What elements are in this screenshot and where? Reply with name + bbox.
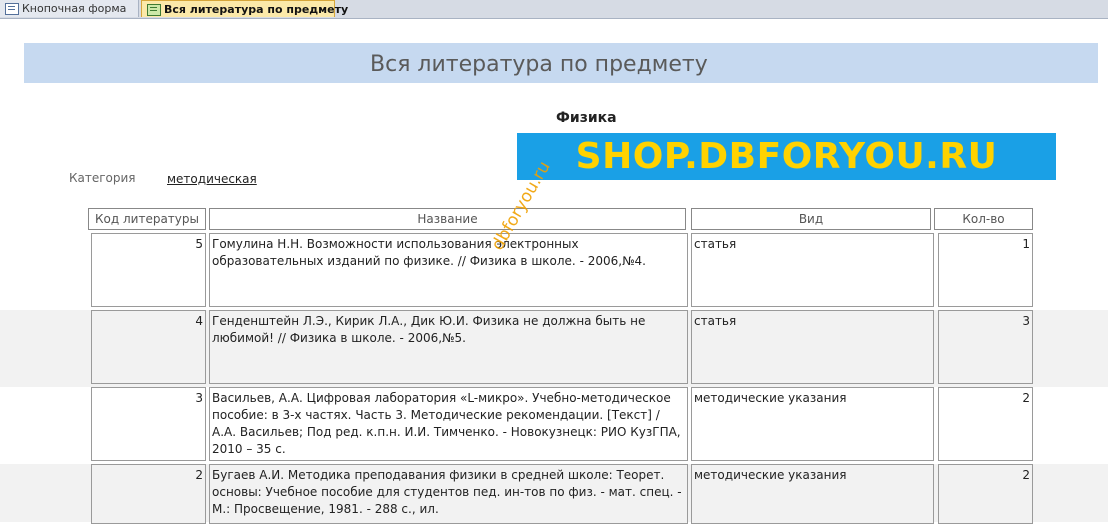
cell-qty: 1 (938, 233, 1033, 307)
column-header-name: Название (209, 208, 686, 230)
tab-all-literature-report[interactable]: Вся литература по предмету (141, 0, 348, 17)
table-row: 2 Бугаев А.И. Методика преподавания физи… (0, 464, 1108, 524)
cell-code: 2 (91, 464, 206, 524)
report-icon (147, 4, 161, 16)
form-icon (5, 3, 19, 15)
cell-name: Генденштейн Л.Э., Кирик Л.А., Дик Ю.И. Ф… (209, 310, 688, 384)
cell-kind: методические указания (691, 387, 934, 461)
category-value: методическая (167, 172, 257, 186)
table-row: 5 Гомулина Н.Н. Возможности использовани… (0, 233, 1108, 310)
cell-code: 3 (91, 387, 206, 461)
table-row: 3 Васильев, А.А. Цифровая лаборатория «L… (0, 387, 1108, 464)
cell-qty: 2 (938, 464, 1033, 524)
column-header-code: Код литературы (88, 208, 206, 230)
cell-code: 4 (91, 310, 206, 384)
cell-name: Васильев, А.А. Цифровая лаборатория «L-м… (209, 387, 688, 461)
document-tab-bar: Кнопочная форма Вся литература по предме… (0, 0, 1108, 19)
cell-name: Бугаев А.И. Методика преподавания физики… (209, 464, 688, 524)
column-header-qty: Кол-во (934, 208, 1033, 230)
cell-name: Гомулина Н.Н. Возможности использования … (209, 233, 688, 307)
cell-kind: статья (691, 233, 934, 307)
tab-label: Вся литература по предмету (164, 3, 349, 16)
column-header-kind: Вид (691, 208, 931, 230)
report-title: Вся литература по предмету (370, 52, 708, 77)
cell-kind: статья (691, 310, 934, 384)
cell-kind: методические указания (691, 464, 934, 524)
table-row: 4 Генденштейн Л.Э., Кирик Л.А., Дик Ю.И.… (0, 310, 1108, 387)
cell-qty: 2 (938, 387, 1033, 461)
tab-switchboard-form[interactable]: Кнопочная форма (0, 0, 139, 17)
subject-name: Физика (556, 110, 617, 126)
cell-qty: 3 (938, 310, 1033, 384)
category-label: Категория (69, 171, 136, 185)
cell-code: 5 (91, 233, 206, 307)
shop-banner-logo: SHOP.DBFORYOU.RU (517, 133, 1056, 180)
tab-label: Кнопочная форма (22, 2, 127, 15)
